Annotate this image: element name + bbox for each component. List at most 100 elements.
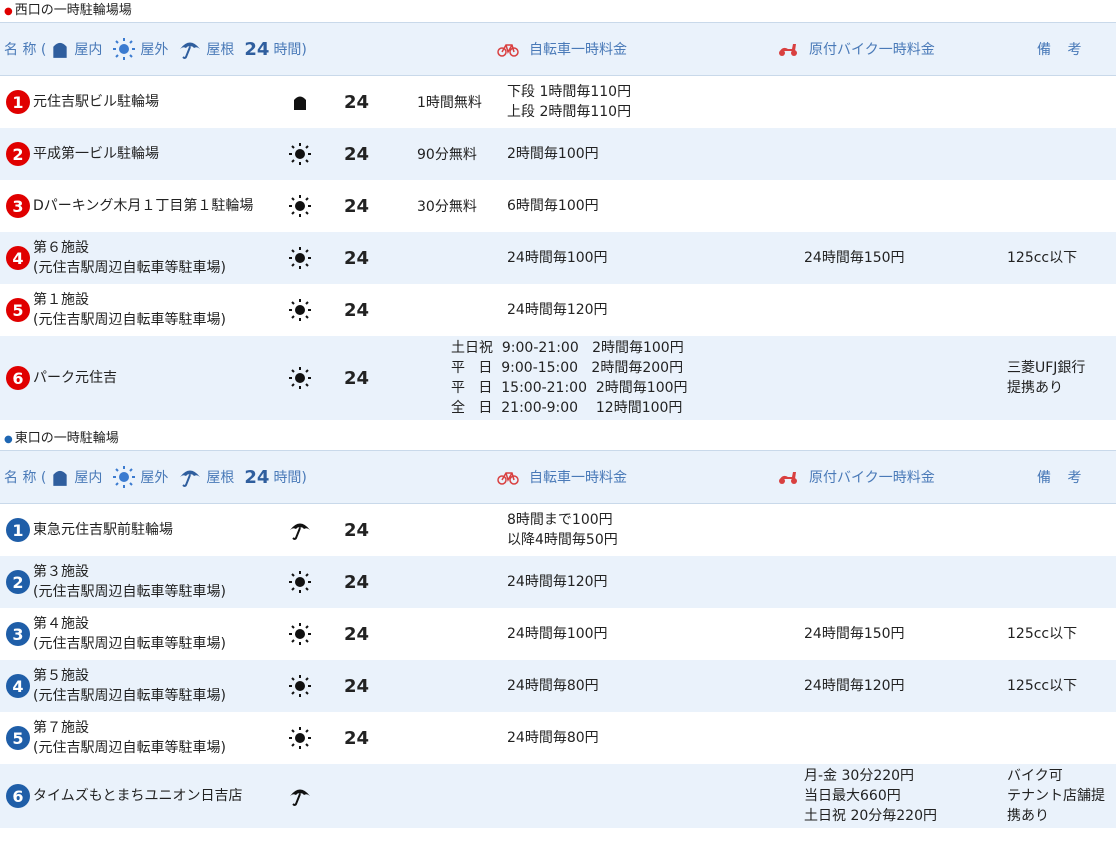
table-row: 6 パーク元住吉 24 土日祝 9:00-21:00 2時間毎100円平 日 9:00… [0, 336, 1116, 420]
facility-name: パーク元住吉 [33, 336, 117, 420]
free-period: 1時間無料 [417, 95, 482, 111]
bicycle-icon [497, 469, 519, 485]
east-section: ● 東口の一時駐輪場 名 称 (屋内 屋外 屋根 24 時間) 自転車一時料金 原付バイク一時… [0, 428, 1116, 828]
24h-label: 24 [344, 675, 370, 697]
facility-name-line: (元住吉駅周辺自転車等駐車場) [33, 312, 226, 328]
facility-name: 第６施設 (元住吉駅周辺自転車等駐車場) [33, 232, 226, 284]
note-line: テナント店舗提 [1007, 788, 1105, 804]
sun-icon [288, 571, 312, 593]
indoor-icon [50, 467, 70, 487]
free-period: 30分無料 [417, 199, 477, 215]
note: 125cc以下 [1007, 232, 1077, 284]
table-row: 4 第６施設 (元住吉駅周辺自転車等駐車場) 24 24時間毎100円 24時間毎150円… [0, 232, 1116, 284]
sun-icon [112, 37, 136, 61]
bike-fee-line: 24時間毎120円 [507, 574, 608, 590]
facility-name: 第１施設 (元住吉駅周辺自転車等駐車場) [33, 284, 226, 336]
number-badge: 3 [6, 622, 30, 646]
note-line: 三菱UFJ銀行 [1007, 360, 1086, 376]
facility-name-line: 第７施設 [33, 720, 89, 736]
scooter-icon [777, 469, 799, 485]
header-name-label: 名 称 ( [4, 42, 47, 58]
facility-name: 第３施設 (元住吉駅周辺自転車等駐車場) [33, 556, 226, 608]
sun-icon [288, 367, 312, 389]
header-24-label: 24 [244, 38, 270, 60]
24h-label: 24 [344, 91, 370, 113]
facility-name-line: (元住吉駅周辺自転車等駐車場) [33, 740, 226, 756]
bike-fee-line: 土日祝 9:00-21:00 2時間毎100円 [451, 340, 684, 356]
moto-fee-line: 月-金 30分220円 [804, 768, 915, 784]
section-title-text: 西口の一時駐輪場場 [14, 3, 132, 18]
header-moto-label: 原付バイク一時料金 [809, 42, 935, 58]
header-name: 名 称 (屋内 屋外 屋根 24 時間) [4, 23, 307, 75]
bike-fee-line: 24時間毎100円 [507, 626, 608, 642]
bike-fee-line: 平 日 9:00-15:00 2時間毎200円 [451, 360, 684, 376]
bike-fee-line: 24時間毎80円 [507, 678, 599, 694]
facility-name: タイムズもとまちユニオン日吉店 [33, 764, 242, 828]
table-body-west: 1 元住吉駅ビル駐輪場 24 1時間無料 下段 1時間毎110円 上段 2時間毎110円 2… [0, 76, 1116, 420]
sun-icon [112, 465, 136, 489]
bike-fee-line: 2時間毎100円 [507, 146, 599, 162]
note-line: 125cc以下 [1007, 678, 1078, 694]
24h-label: 24 [344, 367, 370, 389]
note-line: 125cc以下 [1007, 626, 1078, 642]
number-badge: 4 [6, 674, 30, 698]
header-name-label: 名 称 ( [4, 470, 47, 486]
bike-fee: 6時間毎100円 [507, 180, 599, 232]
header-moto: 原付バイク一時料金 [777, 23, 935, 75]
sun-icon [288, 143, 312, 165]
24h-label: 24 [344, 247, 370, 269]
header-bike-label: 自転車一時料金 [529, 470, 627, 486]
moto-fee: 月-金 30分220円 当日最大660円土日祝 20分毎220円 [804, 764, 937, 828]
note-line: 125cc以下 [1007, 250, 1078, 266]
bike-fee-line: 全 日 21:00-9:00 12時間100円 [451, 400, 683, 416]
header-bike: 自転車一時料金 [497, 23, 627, 75]
facility-name-line: 平成第一ビル駐輪場 [33, 146, 159, 162]
moto-fee-line: 24時間毎120円 [804, 678, 905, 694]
facility-name: 東急元住吉駅前駐輪場 [33, 504, 173, 556]
facility-name-line: 元住吉駅ビル駐輪場 [33, 94, 159, 110]
header-note: 備 考 [1037, 451, 1087, 503]
header-note-label: 備 考 [1037, 470, 1088, 486]
header-roof-label: 屋根 [206, 42, 235, 58]
header-24-label: 24 [244, 466, 270, 488]
header-bike: 自転車一時料金 [497, 451, 627, 503]
number-badge: 6 [6, 784, 30, 808]
note: バイク可テナント店舗提 携あり [1007, 764, 1105, 828]
bullet-icon: ● [4, 434, 13, 445]
umbrella-icon [288, 519, 312, 541]
header-indoor-label: 屋内 [74, 42, 103, 58]
facility-name-line: Dパーキング木月１丁目第１駐輪場 [33, 198, 254, 214]
facility-name-line: 第６施設 [33, 240, 89, 256]
header-hours-label: 時間) [273, 470, 307, 486]
header-outdoor-label: 屋外 [140, 470, 169, 486]
bike-fee-line: 24時間毎120円 [507, 302, 608, 318]
header-roof-label: 屋根 [206, 470, 235, 486]
bike-fee: 24時間毎100円 [507, 608, 608, 660]
note-line: 携あり [1007, 808, 1049, 824]
indoor-icon [50, 39, 70, 59]
moto-fee-line: 当日最大660円 [804, 788, 901, 804]
table-row: 1 東急元住吉駅前駐輪場 24 8時間まで100円 以降4時間毎50円 [0, 504, 1116, 556]
sun-icon [288, 247, 312, 269]
table-body-east: 1 東急元住吉駅前駐輪場 24 8時間まで100円 以降4時間毎50円 2 第３施設 (元住吉… [0, 504, 1116, 828]
facility-name: Dパーキング木月１丁目第１駐輪場 [33, 180, 253, 232]
bike-fee: 24時間毎80円 [507, 660, 599, 712]
24h-label: 24 [344, 571, 370, 593]
24h-label: 24 [344, 727, 370, 749]
number-badge: 1 [6, 518, 30, 542]
facility-name: 平成第一ビル駐輪場 [33, 128, 159, 180]
sun-icon [288, 675, 312, 697]
note-line: バイク可 [1007, 768, 1063, 784]
24h-label: 24 [344, 519, 370, 541]
sun-icon [288, 727, 312, 749]
bike-fee: 土日祝 9:00-21:00 2時間毎100円平 日 9:00-15:00 2時… [451, 336, 688, 420]
moto-fee-line: 土日祝 20分毎220円 [804, 808, 937, 824]
west-section: ● 西口の一時駐輪場場 名 称 (屋内 屋外 屋根 24 時間) 自転車一時料金 原付バイク一… [0, 0, 1116, 420]
header-note: 備 考 [1037, 23, 1087, 75]
facility-name-line: 第１施設 [33, 292, 89, 308]
facility-name: 第７施設 (元住吉駅周辺自転車等駐車場) [33, 712, 226, 764]
bike-fee: 2時間毎100円 [507, 128, 599, 180]
facility-name-line: 第５施設 [33, 668, 89, 684]
bike-fee-line: 24時間毎100円 [507, 250, 608, 266]
number-badge: 2 [6, 570, 30, 594]
